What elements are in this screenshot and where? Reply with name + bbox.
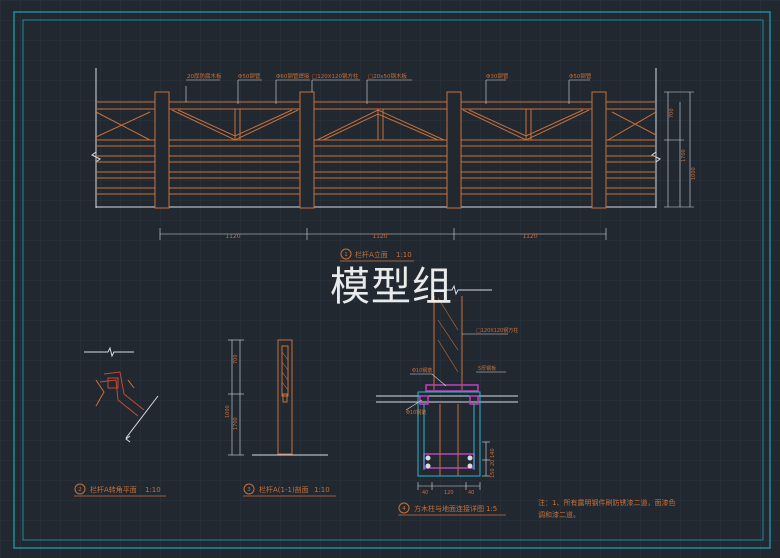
title-number: 2 <box>78 487 82 493</box>
post-1 <box>154 91 170 209</box>
callout-text: □20x50钢木板 <box>368 72 407 80</box>
dim-text: 140 <box>490 448 496 458</box>
note-line: 调和漆二道。 <box>538 510 580 519</box>
dim-text: 1700 <box>233 417 239 430</box>
title-scale: 1:10 <box>314 486 330 494</box>
dim-text: 150 <box>490 468 496 478</box>
title-number: 3 <box>247 487 251 493</box>
callout-text: Φ30钢管 <box>486 72 509 80</box>
note-line: 注：1、所有露明钢件刷防锈漆二道，面漆色 <box>538 498 675 507</box>
dim-text: 20 <box>490 460 496 466</box>
title-scale: 1:10 <box>145 486 161 494</box>
title-scale: 1:5 <box>486 505 497 513</box>
right-dim: 700 <box>669 108 675 118</box>
dim-text: 40 <box>422 490 428 496</box>
label-text: □120X120钢方柱 <box>476 327 518 334</box>
watermark-text: 模型组 <box>330 264 453 310</box>
title-text: 栏杆A转角平面 <box>90 485 137 494</box>
label-text: Φ10钢筋 <box>406 409 426 416</box>
span-dim: 1120 <box>225 233 240 240</box>
callout-text: Φ50钢管 <box>238 72 261 80</box>
title-text: 栏杆A(1-1)剖面 <box>259 485 309 494</box>
span-dim: 1120 <box>372 233 387 240</box>
label-text: 5厚钢板 <box>478 365 496 372</box>
callout-text: Φ60钢管焊接 <box>276 72 310 80</box>
title-number: 4 <box>402 506 406 512</box>
dim-text: 1000 <box>225 405 231 418</box>
right-dim: 1700 <box>681 149 687 162</box>
right-dim: 1000 <box>691 167 697 180</box>
label-text: Φ10钢筋 <box>412 367 432 374</box>
post-3 <box>446 91 462 209</box>
callout-text: 20厚防腐木板 <box>187 72 222 80</box>
dim-text: 700 <box>233 354 239 364</box>
callout-text: Φ50钢管 <box>569 72 592 80</box>
post-2 <box>299 91 315 209</box>
dim-text: 40 <box>468 490 474 496</box>
callout-text: □120X120钢方柱 <box>312 72 359 80</box>
title-text: 方木柱与地面连接详图 <box>414 504 484 513</box>
span-dim: 1120 <box>522 233 537 240</box>
dim-text: 120 <box>444 490 454 496</box>
post-4 <box>591 91 607 209</box>
